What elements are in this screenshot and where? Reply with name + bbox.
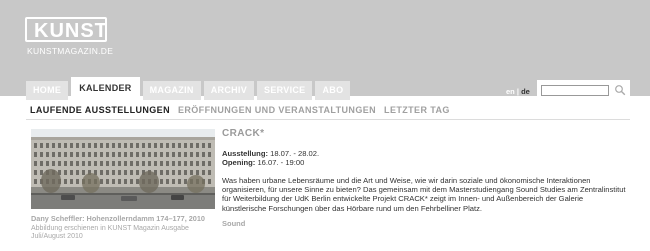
main-nav: HOME KALENDER MAGAZIN ARCHIV SERVICE ABO [26,77,353,100]
lang-de-link[interactable]: de [521,87,530,96]
subnav-laufende-ausstellungen[interactable]: LAUFENDE AUSSTELLUNGEN [30,105,170,115]
ausstellung-value: 18.07. - 28.02. [270,149,320,158]
caption-title: Dany Scheffler: Hohenzollerndamm 174–177… [31,214,205,223]
site-subtitle: KUNSTMAGAZIN.DE [27,46,114,56]
tab-service[interactable]: SERVICE [257,81,313,100]
event-description: Was haben urbane Lebensräume und die Art… [222,176,626,213]
search-input[interactable] [541,85,609,96]
opening-value: 16.07. - 19:00 [257,158,305,167]
lang-en-link[interactable]: en [506,87,515,96]
search-icon[interactable] [614,84,626,96]
tab-magazin[interactable]: MAGAZIN [142,81,201,100]
photo-caption: Dany Scheffler: Hohenzollerndamm 174–177… [31,215,221,241]
site-logo[interactable]: KUNST [25,17,107,42]
caption-line-2: Juli/August 2010 [31,233,83,240]
tab-kalender[interactable]: KALENDER [71,77,140,100]
event-tag[interactable]: Sound [222,219,627,228]
lang-separator: | [516,87,519,96]
exhibition-photo[interactable] [31,129,215,209]
search-box [537,80,630,100]
logo-text: KUNST [34,20,108,42]
event-detail: CRACK* Ausstellung: 18.07. - 28.02. Open… [222,128,627,228]
subnav-letzter-tag[interactable]: LETZTER TAG [384,105,450,115]
ausstellung-label: Ausstellung: [222,149,268,158]
tab-abo[interactable]: ABO [315,81,351,100]
event-title[interactable]: CRACK* [222,128,627,139]
sub-nav: LAUFENDE AUSSTELLUNGEN ERÖFFNUNGEN UND V… [30,105,458,115]
opening-label: Opening: [222,158,256,167]
tab-archiv[interactable]: ARCHIV [203,81,255,100]
caption-line-1: Abbildung erschienen in KUNST Magazin Au… [31,225,189,232]
divider [26,119,630,120]
tab-home[interactable]: HOME [26,81,69,100]
language-switch: en | de [506,87,530,96]
event-dates: Ausstellung: 18.07. - 28.02. Opening: 16… [222,149,627,167]
subnav-eroeffnungen[interactable]: ERÖFFNUNGEN UND VERANSTALTUNGEN [178,105,376,115]
